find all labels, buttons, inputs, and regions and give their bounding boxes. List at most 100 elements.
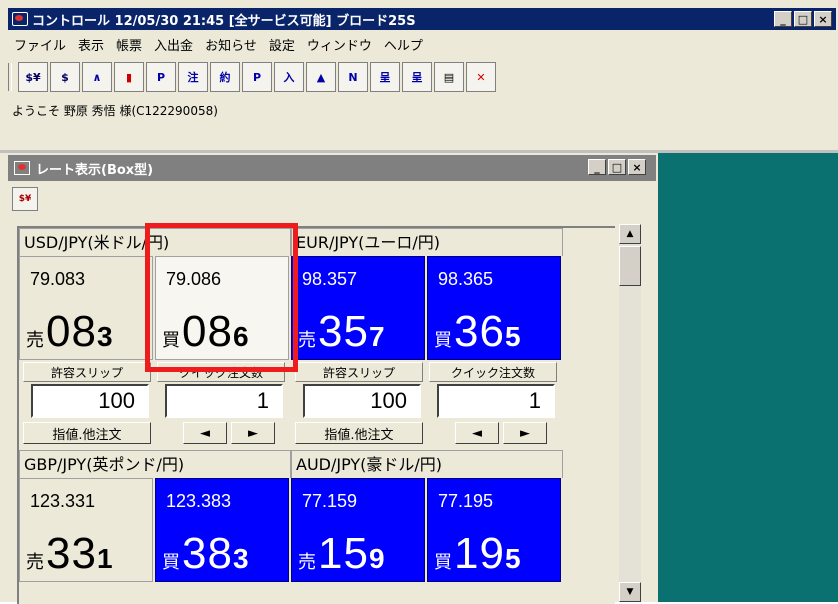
rate-window: レート表示(Box型) _ □ × $¥ USD/JPY(米ドル/円) 79.0… xyxy=(8,155,656,604)
close-button[interactable]: × xyxy=(814,11,832,27)
prev-arrow-button[interactable]: ◄ xyxy=(455,422,499,444)
deposit-icon[interactable]: 入 xyxy=(274,62,304,92)
sell-quote[interactable]: 77.159 売 15 9 xyxy=(291,478,425,582)
quick-qty-label: クイック注文数 xyxy=(157,362,285,382)
slip-input[interactable]: 100 xyxy=(31,384,149,418)
app-icon xyxy=(12,12,28,26)
prev-arrow-button[interactable]: ◄ xyxy=(183,422,227,444)
scroll-thumb[interactable] xyxy=(619,246,641,286)
rate-window-title: レート表示(Box型) xyxy=(36,162,154,178)
scroll-up-icon[interactable]: ▲ xyxy=(619,224,641,244)
menu-notices[interactable]: お知らせ xyxy=(205,35,257,54)
buy-last-digit: 6 xyxy=(232,321,249,352)
buy-rate: 98.365 xyxy=(438,269,494,289)
child-close-button[interactable]: × xyxy=(628,159,646,175)
menu-view[interactable]: 表示 xyxy=(78,35,104,54)
slip-input[interactable]: 100 xyxy=(303,384,421,418)
rate-settings-icon[interactable]: $¥ xyxy=(12,187,38,211)
minimize-button[interactable]: _ xyxy=(774,11,792,27)
buy-main-digits: 08 xyxy=(182,307,233,356)
user-icon[interactable]: ▲ xyxy=(306,62,336,92)
sell-quote[interactable]: 79.083 売 08 3 xyxy=(19,256,153,360)
sell-side-label: 売 xyxy=(298,330,316,350)
order-icon[interactable]: 注 xyxy=(178,62,208,92)
scroll-down-icon[interactable]: ▼ xyxy=(619,582,641,602)
welcome-message: ようこそ 野原 秀悟 様(C122290058) xyxy=(12,104,218,118)
menu-window[interactable]: ウィンドウ xyxy=(307,35,372,54)
menu-settings[interactable]: 設定 xyxy=(269,35,295,54)
limit-order-button[interactable]: 指値.他注文 xyxy=(23,422,151,444)
sell-rate: 98.357 xyxy=(302,269,358,289)
buy-side-label: 買 xyxy=(434,552,452,572)
quick-qty-input[interactable]: 1 xyxy=(437,384,555,418)
main-window: コントロール 12/05/30 21:45 [全サービス可能] ブロード25S … xyxy=(0,0,838,604)
buy-side-label: 買 xyxy=(434,330,452,350)
buy-rate: 77.195 xyxy=(438,491,494,511)
child-maximize-button[interactable]: □ xyxy=(608,159,626,175)
sell-last-digit: 3 xyxy=(96,321,113,352)
order-controls: 許容スリップ クイック注文数 100 1 指値.他注文 ◄ ► xyxy=(19,360,291,444)
window-title: コントロール 12/05/30 21:45 [全サービス可能] ブロード25S xyxy=(32,13,416,29)
quick-qty-input[interactable]: 1 xyxy=(165,384,283,418)
menu-bar: ファイル 表示 帳票 入出金 お知らせ 設定 ウィンドウ ヘルプ xyxy=(8,33,429,55)
sell-main-digits: 33 xyxy=(46,529,97,578)
save-icon[interactable]: ▤ xyxy=(434,62,464,92)
account-icon[interactable]: P xyxy=(242,62,272,92)
candle-chart-icon[interactable]: ▮ xyxy=(114,62,144,92)
sell-last-digit: 7 xyxy=(368,321,385,352)
pair-eurjpy: EUR/JPY(ユーロ/円) 98.357 売 35 7 98.365 買 36 5 許… xyxy=(291,228,563,450)
sell-side-label: 売 xyxy=(26,552,44,572)
buy-quote[interactable]: 98.365 買 36 5 xyxy=(427,256,561,360)
menu-reports[interactable]: 帳票 xyxy=(116,35,142,54)
monitor-2-icon[interactable]: 呈 xyxy=(402,62,432,92)
toolbar-grip xyxy=(8,63,12,91)
sell-quote[interactable]: 123.331 売 33 1 xyxy=(19,478,153,582)
menu-deposit[interactable]: 入出金 xyxy=(154,35,193,54)
buy-last-digit: 5 xyxy=(504,321,521,352)
main-toolbar: $¥ $ ∧ ▮ P 注 約 P 入 ▲ N 呈 呈 ▤ ✕ xyxy=(8,60,498,94)
next-arrow-button[interactable]: ► xyxy=(231,422,275,444)
sell-rate: 77.159 xyxy=(302,491,358,511)
next-arrow-button[interactable]: ► xyxy=(503,422,547,444)
buy-side-label: 買 xyxy=(162,552,180,572)
buy-quote[interactable]: 79.086 買 08 6 xyxy=(155,256,289,360)
sell-main-digits: 35 xyxy=(318,307,369,356)
execution-icon[interactable]: 約 xyxy=(210,62,240,92)
buy-side-label: 買 xyxy=(162,330,180,350)
quick-qty-label: クイック注文数 xyxy=(429,362,557,382)
pair-label: GBP/JPY(英ポンド/円) xyxy=(19,450,291,478)
sell-rate: 123.331 xyxy=(30,491,96,511)
maximize-button[interactable]: □ xyxy=(794,11,812,27)
vertical-scrollbar[interactable]: ▲ ▼ xyxy=(619,224,641,602)
pair-usdjpy: USD/JPY(米ドル/円) 79.083 売 08 3 79.086 買 08 6 許… xyxy=(19,228,291,450)
buy-main-digits: 19 xyxy=(454,529,505,578)
sell-rate: 79.083 xyxy=(30,269,86,289)
position-icon[interactable]: P xyxy=(146,62,176,92)
news-icon[interactable]: N xyxy=(338,62,368,92)
exit-icon[interactable]: ✕ xyxy=(466,62,496,92)
pair-label: AUD/JPY(豪ドル/円) xyxy=(291,450,563,478)
line-chart-icon[interactable]: ∧ xyxy=(82,62,112,92)
child-minimize-button[interactable]: _ xyxy=(588,159,606,175)
menu-file[interactable]: ファイル xyxy=(14,35,66,54)
rate-list-icon[interactable]: $¥ xyxy=(18,62,48,92)
rate-panel-area: USD/JPY(米ドル/円) 79.083 売 08 3 79.086 買 08 6 許… xyxy=(17,226,615,604)
buy-main-digits: 36 xyxy=(454,307,505,356)
currency-icon[interactable]: $ xyxy=(50,62,80,92)
buy-quote[interactable]: 123.383 買 38 3 xyxy=(155,478,289,582)
rate-window-title-bar[interactable]: レート表示(Box型) _ □ × xyxy=(8,155,656,181)
sell-quote[interactable]: 98.357 売 35 7 xyxy=(291,256,425,360)
menu-help[interactable]: ヘルプ xyxy=(384,35,423,54)
title-bar[interactable]: コントロール 12/05/30 21:45 [全サービス可能] ブロード25S … xyxy=(8,8,836,30)
monitor-icon[interactable]: 呈 xyxy=(370,62,400,92)
rate-window-icon xyxy=(14,161,30,175)
pair-audjpy: AUD/JPY(豪ドル/円) 77.159 売 15 9 77.195 買 19 5 xyxy=(291,450,563,604)
buy-rate: 79.086 xyxy=(166,269,222,289)
sell-main-digits: 15 xyxy=(318,529,369,578)
buy-quote[interactable]: 77.195 買 19 5 xyxy=(427,478,561,582)
limit-order-button[interactable]: 指値.他注文 xyxy=(295,422,423,444)
mdi-background xyxy=(658,153,838,602)
sell-last-digit: 1 xyxy=(96,543,113,574)
sell-main-digits: 08 xyxy=(46,307,97,356)
sell-last-digit: 9 xyxy=(368,543,385,574)
